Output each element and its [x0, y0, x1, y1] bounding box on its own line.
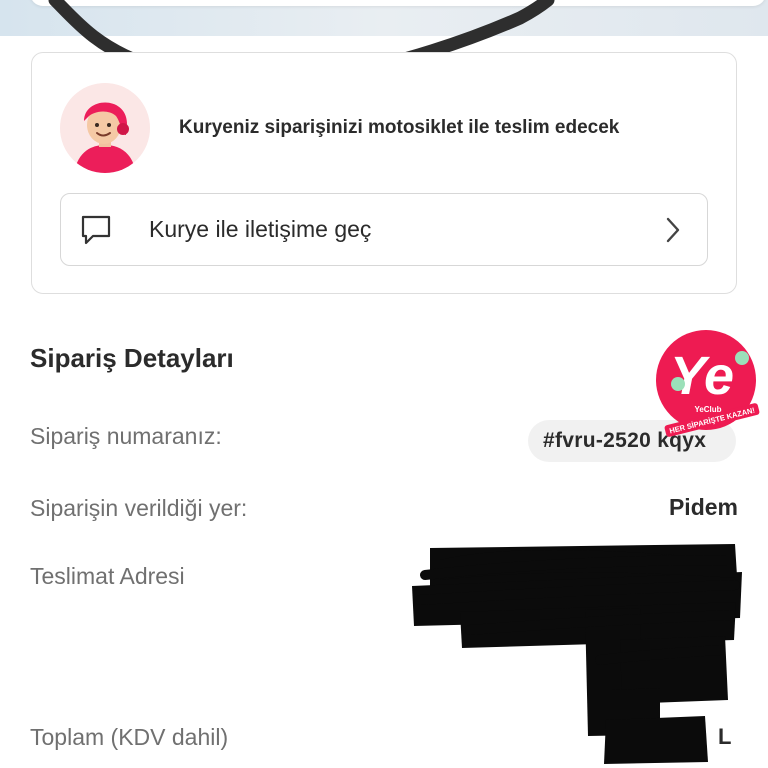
chat-bubble-icon — [81, 215, 111, 245]
courier-delivery-message: Kuryeniz siparişinizi motosiklet ile tes… — [179, 117, 620, 138]
contact-courier-button[interactable]: Kurye ile iletişime geç — [60, 193, 708, 266]
yeclub-logo: Ye YeClub HER SİPARİŞTE KAZAN! — [656, 330, 760, 437]
delivery-address-label: Teslimat Adresi — [30, 563, 185, 589]
total-label: Toplam (KDV dahil) — [30, 724, 229, 750]
courier-avatar — [60, 83, 150, 173]
placed-at-label: Siparişin verildiği yer: — [30, 495, 248, 521]
delivery-address-value: De — [613, 648, 642, 673]
order-details-title: Sipariş Detayları — [30, 343, 234, 373]
top-partial-card — [30, 0, 766, 6]
chevron-right-icon — [666, 217, 680, 243]
courier-card: Kuryeniz siparişinizi motosiklet ile tes… — [31, 52, 737, 294]
contact-courier-label: Kurye ile iletişime geç — [149, 216, 372, 242]
placed-at-value: Pidem — [668, 494, 738, 520]
yeclub-letters: Ye — [670, 346, 734, 406]
order-number-label: Sipariş numaranız: — [30, 423, 222, 449]
total-value: L — [718, 724, 732, 749]
